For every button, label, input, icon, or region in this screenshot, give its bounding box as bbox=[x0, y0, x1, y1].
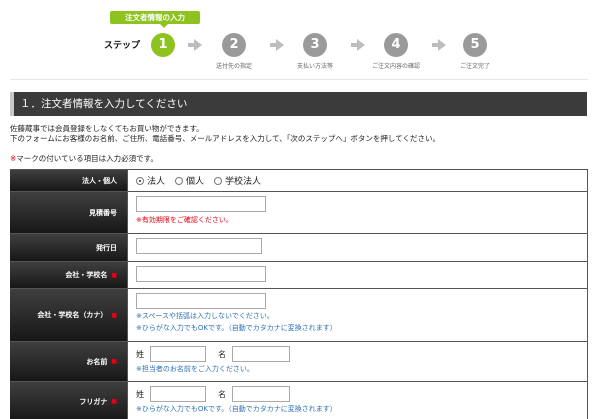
quote-note: ※有効期限をご確認ください。 bbox=[136, 216, 233, 224]
furigana-first-input[interactable] bbox=[232, 386, 290, 402]
furigana-last-label: 姓 bbox=[136, 389, 144, 399]
company-input[interactable] bbox=[136, 266, 266, 282]
step-label: ステップ bbox=[104, 41, 141, 51]
radio-corporate[interactable]: 法人 bbox=[136, 174, 165, 187]
row-value bbox=[128, 262, 588, 288]
step-1-circle: 1 bbox=[151, 33, 175, 57]
intro-line-1: 佐藤蔵事では会員登録をしなくてもお買い物ができます。 bbox=[10, 124, 204, 133]
arrow-right-icon bbox=[270, 39, 284, 51]
furigana-last-input[interactable] bbox=[150, 386, 206, 402]
form-row-company: 会社・学校名 ■ bbox=[10, 262, 588, 289]
row-label: フリガナ ■ bbox=[10, 382, 128, 419]
row-label: 会社・学校名 ■ bbox=[10, 262, 128, 288]
radio-individual[interactable]: 個人 bbox=[175, 174, 204, 187]
name-label: お名前 bbox=[86, 357, 108, 366]
row-value: 姓 名 ※担当者のお名前をご入力ください。 bbox=[128, 342, 588, 381]
required-note-text: マークの付いている項目は入力必須です。 bbox=[16, 154, 158, 163]
company-kana-note-1: ※スペースや括弧は入力しないでください。 bbox=[136, 312, 274, 320]
step-4-circle: 4 bbox=[384, 33, 408, 57]
step-4-caption: ご注文内容の確認 bbox=[371, 63, 421, 70]
arrow-right-icon bbox=[351, 39, 365, 51]
required-icon: ■ bbox=[111, 398, 117, 405]
form-row-issue-date: 発行日 bbox=[10, 234, 588, 262]
company-label: 会社・学校名 bbox=[65, 271, 108, 279]
first-name-label: 名 bbox=[218, 349, 226, 359]
radio-checked-icon[interactable] bbox=[136, 176, 144, 185]
form-row-name: お名前 ■ 姓 名 ※担当者のお名前をご入力ください。 bbox=[10, 342, 588, 382]
row-label: お名前 ■ bbox=[10, 342, 128, 381]
row-label: 見積番号 bbox=[10, 192, 128, 233]
step-2-circle: 2 bbox=[222, 33, 246, 57]
step-2-caption: 送付先の指定 bbox=[215, 63, 253, 70]
row-label: 会社・学校名（カナ） ■ bbox=[10, 289, 128, 341]
row-label: 法人・個人 bbox=[10, 170, 128, 191]
quote-label: 見積番号 bbox=[89, 208, 117, 217]
name-note: ※担当者のお名前をご入力ください。 bbox=[136, 365, 254, 373]
radio-label: 学校法人 bbox=[225, 176, 262, 187]
row-value bbox=[128, 234, 588, 261]
step-5-circle: 5 bbox=[463, 33, 487, 57]
customer-type-radio-group: 法人 個人 学校法人 bbox=[136, 174, 579, 187]
company-kana-input[interactable] bbox=[136, 293, 266, 309]
row-value: 法人 個人 学校法人 bbox=[128, 170, 588, 191]
furigana-note: ※ひらがな入力でもOKです。（自動でカタカナに変換されます） bbox=[136, 405, 337, 413]
last-name-input[interactable] bbox=[150, 346, 206, 362]
current-step-badge: 注文者情報の入力 bbox=[110, 11, 200, 28]
form-row-quote: 見積番号 ※有効期限をご確認ください。 bbox=[10, 192, 588, 234]
radio-label: 個人 bbox=[186, 176, 205, 187]
furigana-fields: 姓 名 bbox=[136, 386, 579, 402]
radio-icon[interactable] bbox=[175, 176, 184, 185]
divider bbox=[10, 79, 588, 80]
furigana-first-label: 名 bbox=[218, 389, 226, 399]
checkout-stepbar: 注文者情報の入力 ステップ 1 2 送付先の指定 3 支払い方法等 4 ご注文内… bbox=[0, 0, 600, 80]
radio-icon[interactable] bbox=[214, 176, 223, 185]
issue-date-input[interactable] bbox=[136, 238, 262, 254]
step-3-circle: 3 bbox=[303, 33, 327, 57]
row-label: 発行日 bbox=[10, 234, 128, 261]
required-icon: ■ bbox=[111, 271, 117, 279]
arrow-right-icon bbox=[188, 39, 202, 51]
intro-line-2: 下のフォームにお客様のお名前、ご住所、電話番号、メールアドレスを入力して、「次の… bbox=[10, 134, 440, 143]
type-label: 法人・個人 bbox=[82, 176, 117, 185]
radio-school[interactable]: 学校法人 bbox=[214, 174, 261, 187]
arrow-right-icon bbox=[432, 39, 446, 51]
company-kana-note-2: ※ひらがな入力でもOKです。（自動でカタカナに変換されます） bbox=[136, 324, 337, 332]
first-name-input[interactable] bbox=[232, 346, 290, 362]
section-title: １．注文者情報を入力してください bbox=[10, 92, 587, 116]
required-icon: ■ bbox=[111, 358, 117, 365]
step-3-caption: 支払い方法等 bbox=[296, 63, 334, 70]
form-row-company-kana: 会社・学校名（カナ） ■ ※スペースや括弧は入力しないでください。 ※ひらがな入力… bbox=[10, 289, 588, 342]
form-row-type: 法人・個人 法人 個人 学校法人 bbox=[10, 170, 588, 192]
required-note: ※マークの付いている項目は入力必須です。 bbox=[10, 153, 158, 164]
quote-number-input[interactable] bbox=[136, 196, 266, 212]
form-row-furigana: フリガナ ■ 姓 名 ※ひらがな入力でもOKです。（自動でカタカナに変換されます） bbox=[10, 382, 588, 419]
step-5-caption: ご注文完了 bbox=[459, 63, 491, 70]
row-value: 姓 名 ※ひらがな入力でもOKです。（自動でカタカナに変換されます） bbox=[128, 382, 588, 419]
furigana-label: フリガナ bbox=[79, 397, 108, 406]
intro-text: 佐藤蔵事では会員登録をしなくてもお買い物ができます。 下のフォームにお客様のお名… bbox=[10, 124, 440, 144]
row-value: ※スペースや括弧は入力しないでください。 ※ひらがな入力でもOKです。（自動でカ… bbox=[128, 289, 588, 341]
last-name-label: 姓 bbox=[136, 349, 144, 359]
radio-label: 法人 bbox=[147, 176, 166, 187]
row-value: ※有効期限をご確認ください。 bbox=[128, 192, 588, 233]
issue-date-label: 発行日 bbox=[96, 243, 117, 252]
customer-form: 法人・個人 法人 個人 学校法人 見積番号 ※有効期限をご確認ください。 発行日… bbox=[10, 169, 588, 419]
name-fields: 姓 名 bbox=[136, 346, 579, 362]
company-kana-label: 会社・学校名（カナ） bbox=[37, 311, 108, 319]
required-icon: ■ bbox=[111, 311, 117, 319]
